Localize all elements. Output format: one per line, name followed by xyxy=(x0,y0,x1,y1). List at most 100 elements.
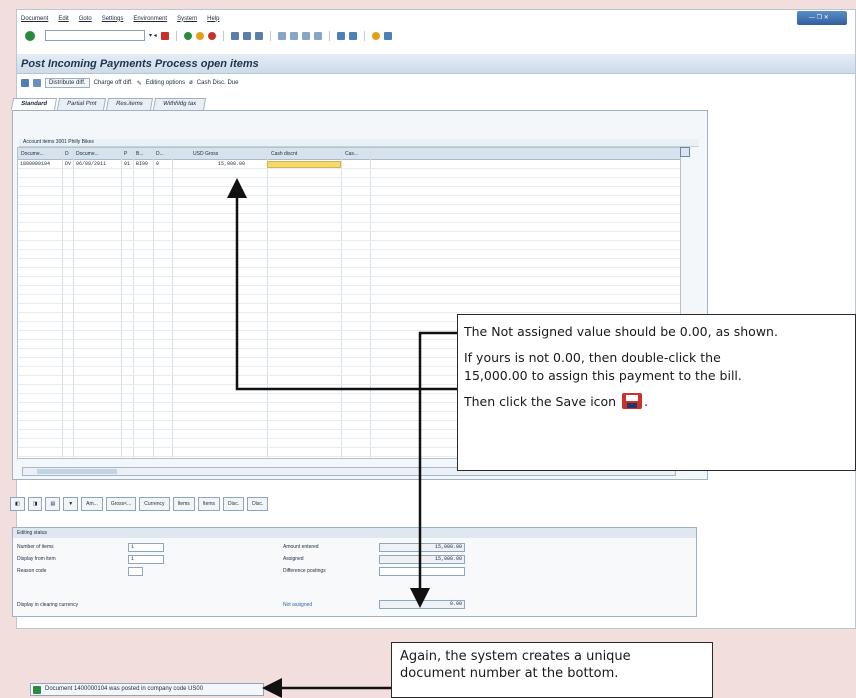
page-title: Post Incoming Payments Process open item… xyxy=(21,58,259,70)
print-icon[interactable]: ▤ xyxy=(45,497,61,511)
select-all-icon[interactable]: ◧ xyxy=(10,497,25,511)
toolbar-separator xyxy=(175,30,177,41)
deactivate-disc-button[interactable]: Disc. xyxy=(247,497,269,511)
menu-goto[interactable]: Goto xyxy=(79,16,92,22)
menu-help[interactable]: Help xyxy=(207,16,219,22)
not-assigned-field: 0.00 xyxy=(379,600,465,609)
system-toolbar: ▾ ◂ xyxy=(17,27,855,44)
find-icon[interactable] xyxy=(242,31,251,40)
save-icon[interactable] xyxy=(160,31,169,40)
cell-cash-discount[interactable] xyxy=(267,161,341,168)
status-callout: Again, the system creates a unique docum… xyxy=(391,642,713,698)
chevron-down-icon[interactable]: ▾ ◂ xyxy=(149,32,157,39)
col-b[interactable]: B... xyxy=(136,151,144,157)
scroll-thumb[interactable] xyxy=(37,469,117,474)
shortcut-icon[interactable] xyxy=(348,31,357,40)
layout-icon[interactable] xyxy=(383,31,392,40)
col-d2[interactable]: D... xyxy=(156,151,164,157)
col-usd-gross[interactable]: USD Gross xyxy=(193,151,218,157)
menu-edit[interactable]: Edit xyxy=(58,16,68,22)
window-controls[interactable] xyxy=(797,11,847,25)
new-session-icon[interactable] xyxy=(336,31,345,40)
menu-system[interactable]: System xyxy=(177,16,197,22)
tab-partial-pmt[interactable]: Partial Pmt xyxy=(56,98,107,110)
table-row[interactable]: 1800000104 DV 06/09/2011 01 BI00 0 15,00… xyxy=(18,160,680,169)
cell-usd-gross[interactable]: 15,000.00 xyxy=(218,161,245,167)
display-clearing-label: Display in clearing currency xyxy=(17,602,79,608)
charge-off-diff-button[interactable]: Charge off diff. xyxy=(94,80,133,86)
application-toolbar: Distribute diff. Charge off diff. ✎ Edit… xyxy=(17,76,855,90)
callout-line-4-end: . xyxy=(644,394,649,409)
filter-icon[interactable]: ▼ xyxy=(63,497,79,511)
currency-button[interactable]: Currency xyxy=(139,497,170,511)
menu-environment[interactable]: Environment xyxy=(133,16,167,22)
editing-status-panel: Editing status Number of items 1 Display… xyxy=(12,527,697,617)
empty-table-row xyxy=(18,187,680,196)
back-icon[interactable] xyxy=(183,31,192,40)
col-cash[interactable]: Cas... xyxy=(345,151,358,157)
activate-disc-button[interactable]: Disc. xyxy=(223,497,245,511)
empty-table-row xyxy=(18,214,680,223)
tab-withholding-tax[interactable]: Withhldg tax xyxy=(152,98,207,110)
prev-page-icon[interactable] xyxy=(289,31,298,40)
callout-spacer xyxy=(464,385,849,393)
instruction-callout: The Not assigned value should be 0.00, a… xyxy=(457,314,856,471)
display-from-field[interactable]: 1 xyxy=(128,555,164,564)
empty-table-row xyxy=(18,295,680,304)
column-settings-icon[interactable] xyxy=(680,147,690,157)
empty-table-row xyxy=(18,250,680,259)
pencil-icon[interactable]: ✎ xyxy=(137,80,142,87)
amount-entered-field: 15,000.00 xyxy=(379,543,465,552)
toolbar-separator xyxy=(328,30,330,41)
first-page-icon[interactable] xyxy=(277,31,286,40)
empty-table-row xyxy=(18,277,680,286)
display-from-label: Display from item xyxy=(17,556,56,562)
activate-items-button[interactable]: Items xyxy=(172,497,195,511)
assigned-field: 15,000.00 xyxy=(379,555,465,564)
help-icon[interactable] xyxy=(371,31,380,40)
reason-code-field[interactable] xyxy=(128,567,143,576)
next-page-icon[interactable] xyxy=(301,31,310,40)
cell-business-area: BI00 xyxy=(136,161,149,167)
empty-table-row xyxy=(18,304,680,313)
empty-table-row xyxy=(18,241,680,250)
col-p[interactable]: P xyxy=(124,151,127,157)
col-document-date[interactable]: Docume... xyxy=(76,151,99,157)
menu-settings[interactable]: Settings xyxy=(102,16,124,22)
command-field[interactable] xyxy=(45,30,145,41)
number-of-items-field[interactable]: 1 xyxy=(128,543,164,552)
menu-document[interactable]: Document xyxy=(21,16,48,22)
toolbar-separator xyxy=(269,30,271,41)
find-next-icon[interactable] xyxy=(254,31,263,40)
col-cash-discount[interactable]: Cash discnt xyxy=(271,151,297,157)
col-document[interactable]: Docume... xyxy=(21,151,44,157)
deactivate-items-button[interactable]: Items xyxy=(197,497,221,511)
not-assigned-label: Not assigned xyxy=(283,602,313,608)
difference-postings-field[interactable] xyxy=(379,567,465,576)
person-icon[interactable] xyxy=(21,79,29,87)
empty-table-row xyxy=(18,169,680,178)
tab-standard[interactable]: Standard xyxy=(10,98,58,110)
edit-icon[interactable] xyxy=(33,79,41,87)
cash-disc-due-button[interactable]: Cash Disc. Due xyxy=(197,80,239,86)
cell-posting-key: 01 xyxy=(124,161,131,167)
reason-code-label: Reason code xyxy=(17,568,47,574)
success-icon xyxy=(33,686,41,694)
tab-res-items[interactable]: Res.items xyxy=(106,98,154,110)
col-d[interactable]: D xyxy=(65,151,69,157)
exit-icon[interactable] xyxy=(195,31,204,40)
status-message[interactable]: Document 1400000104 was posted in compan… xyxy=(45,686,203,692)
print-icon[interactable] xyxy=(230,31,239,40)
distribute-diff-button[interactable]: Distribute diff. xyxy=(45,78,90,88)
deselect-icon[interactable]: ◨ xyxy=(27,497,43,511)
gross-button[interactable]: Gross<... xyxy=(105,497,137,511)
last-page-icon[interactable] xyxy=(313,31,322,40)
cell-document: 1800000104 xyxy=(20,161,51,167)
discount-icon[interactable]: ø xyxy=(189,80,193,86)
enter-icon[interactable] xyxy=(25,30,35,41)
callout2-line-2: document number at the bottom. xyxy=(400,666,619,681)
cancel-icon[interactable] xyxy=(207,31,216,40)
amount-button[interactable]: Am... xyxy=(81,497,103,511)
editing-options-button[interactable]: Editing options xyxy=(146,80,185,86)
difference-postings-label: Difference postings xyxy=(283,568,326,574)
